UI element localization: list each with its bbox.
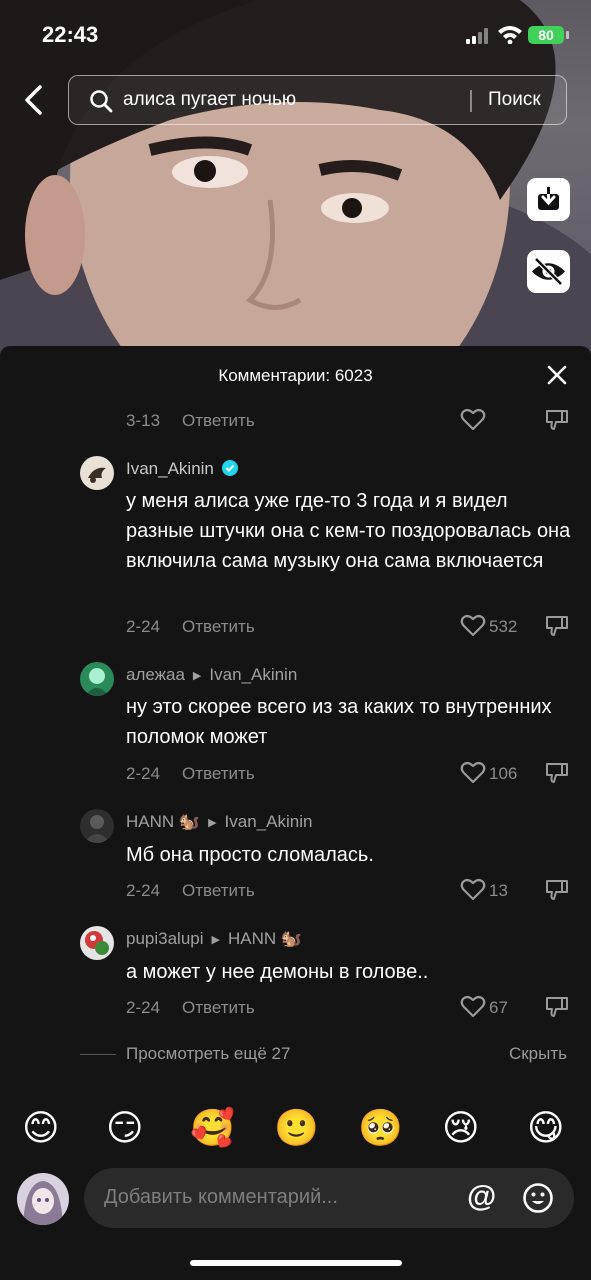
reply-to-username[interactable]: HANN 🐿️ <box>228 929 302 948</box>
dislike-icon[interactable] <box>545 761 569 785</box>
mention-icon[interactable]: @ <box>467 1180 496 1214</box>
reply-to-username[interactable]: Ivan_Akinin <box>209 665 297 684</box>
search-button[interactable]: Поиск <box>488 89 541 111</box>
comment-date: 3-13 <box>126 411 161 430</box>
not-interested-button[interactable] <box>527 250 570 293</box>
reply-button[interactable]: Ответить <box>182 764 255 783</box>
reply-arrow-icon: ▶ <box>192 670 202 682</box>
search-input[interactable]: алиса пугает ночью <box>123 89 296 111</box>
heart-icon[interactable] <box>460 614 486 638</box>
comments-count-title: Комментарии: 6023 <box>218 366 373 385</box>
comment-meta: 3-13 Ответить <box>126 411 255 431</box>
comment-meta: 2-24 Ответить <box>126 998 255 1018</box>
back-arrow-icon[interactable] <box>20 84 50 116</box>
search-icon <box>90 90 113 113</box>
comment-date: 2-24 <box>126 998 161 1017</box>
view-more-replies-button[interactable]: Просмотреть ещё 27 <box>126 1044 290 1064</box>
comment-input[interactable]: Добавить комментарий... @ <box>84 1168 574 1228</box>
comment-text: Мб она просто сломалась. <box>126 844 374 866</box>
battery-icon: 80 <box>528 26 564 44</box>
emoji-yum[interactable]: 😋 <box>527 1107 565 1149</box>
avatar[interactable] <box>80 456 114 490</box>
emoji-picker-icon[interactable] <box>522 1182 554 1214</box>
comment-meta: 2-24 Ответить <box>126 881 255 901</box>
search-divider <box>470 90 472 112</box>
emoji-pleading[interactable]: 🥺 <box>358 1107 403 1149</box>
reply-button[interactable]: Ответить <box>182 998 255 1017</box>
comment-username[interactable]: Ivan_Akinin <box>126 459 238 479</box>
comment-date: 2-24 <box>126 764 161 783</box>
comment-input-placeholder[interactable]: Добавить комментарий... <box>104 1186 338 1209</box>
comment-date: 2-24 <box>126 617 161 636</box>
avatar[interactable] <box>80 926 114 960</box>
reply-to-username[interactable]: Ivan_Akinin <box>225 812 313 831</box>
verified-badge-icon <box>221 460 238 476</box>
comment-username[interactable]: HANN 🐿️ ▶ Ivan_Akinin <box>126 812 312 832</box>
avatar[interactable] <box>80 809 114 843</box>
avatar[interactable] <box>80 662 114 696</box>
wifi-icon <box>498 26 522 44</box>
comment-meta: 2-24 Ответить <box>126 764 255 784</box>
cellular-signal-icon <box>466 28 488 44</box>
search-bar[interactable]: алиса пугает ночью Поиск <box>68 75 567 125</box>
status-time: 22:43 <box>42 22 99 47</box>
close-icon[interactable] <box>546 364 568 386</box>
dislike-icon[interactable] <box>545 408 569 432</box>
username-text[interactable]: pupi3alupi <box>126 929 204 948</box>
comment-text: ну это скорее всего из за каких то внутр… <box>126 696 552 748</box>
my-avatar[interactable] <box>17 1173 69 1225</box>
dislike-icon[interactable] <box>545 614 569 638</box>
reply-button[interactable]: Ответить <box>182 881 255 900</box>
reply-button[interactable]: Ответить <box>182 411 255 430</box>
comment-username[interactable]: pupi3alupi ▶ HANN 🐿️ <box>126 929 302 949</box>
heart-icon[interactable] <box>460 408 486 432</box>
dislike-icon[interactable] <box>545 995 569 1019</box>
reply-button[interactable]: Ответить <box>182 617 255 636</box>
status-bar: 22:43 80 <box>0 0 591 70</box>
username-text[interactable]: Ivan_Akinin <box>126 459 214 478</box>
emoji-crying[interactable]: 😢 <box>442 1107 480 1149</box>
like-count: 532 <box>489 617 518 636</box>
username-text[interactable]: алежаа <box>126 665 185 684</box>
download-icon <box>538 185 559 210</box>
comment-date: 2-24 <box>126 881 161 900</box>
comment-meta: 2-24 Ответить <box>126 617 255 637</box>
heart-icon[interactable] <box>460 995 486 1019</box>
comment-username[interactable]: алежаа ▶ Ivan_Akinin <box>126 665 297 685</box>
emoji-smile[interactable]: 😊 <box>22 1107 60 1149</box>
emoji-slight-smile[interactable]: 🙂 <box>274 1107 319 1149</box>
hide-replies-button[interactable]: Скрыть <box>509 1044 567 1064</box>
like-count: 13 <box>489 881 508 900</box>
replies-toggle-row: Просмотреть ещё 27 Скрыть <box>80 1044 587 1066</box>
download-button[interactable] <box>527 178 570 221</box>
username-text[interactable]: HANN 🐿️ <box>126 812 200 831</box>
heart-icon[interactable] <box>460 761 486 785</box>
reply-arrow-icon: ▶ <box>211 934 220 946</box>
eye-off-icon <box>532 257 565 286</box>
heart-icon[interactable] <box>460 878 486 902</box>
reply-arrow-icon: ▶ <box>208 817 217 829</box>
emoji-hearts[interactable]: 🥰 <box>190 1107 235 1149</box>
like-count: 67 <box>489 998 508 1017</box>
emoji-smirk[interactable]: 😏 <box>106 1107 144 1149</box>
like-count: 106 <box>489 764 518 783</box>
comment-text: а может у нее демоны в голове.. <box>126 961 429 983</box>
home-indicator[interactable] <box>190 1260 402 1266</box>
battery-tip <box>566 31 569 39</box>
dislike-icon[interactable] <box>545 878 569 902</box>
comment-text: у меня алиса уже где-то 3 года и я видел… <box>126 490 571 572</box>
divider-line <box>80 1054 116 1055</box>
